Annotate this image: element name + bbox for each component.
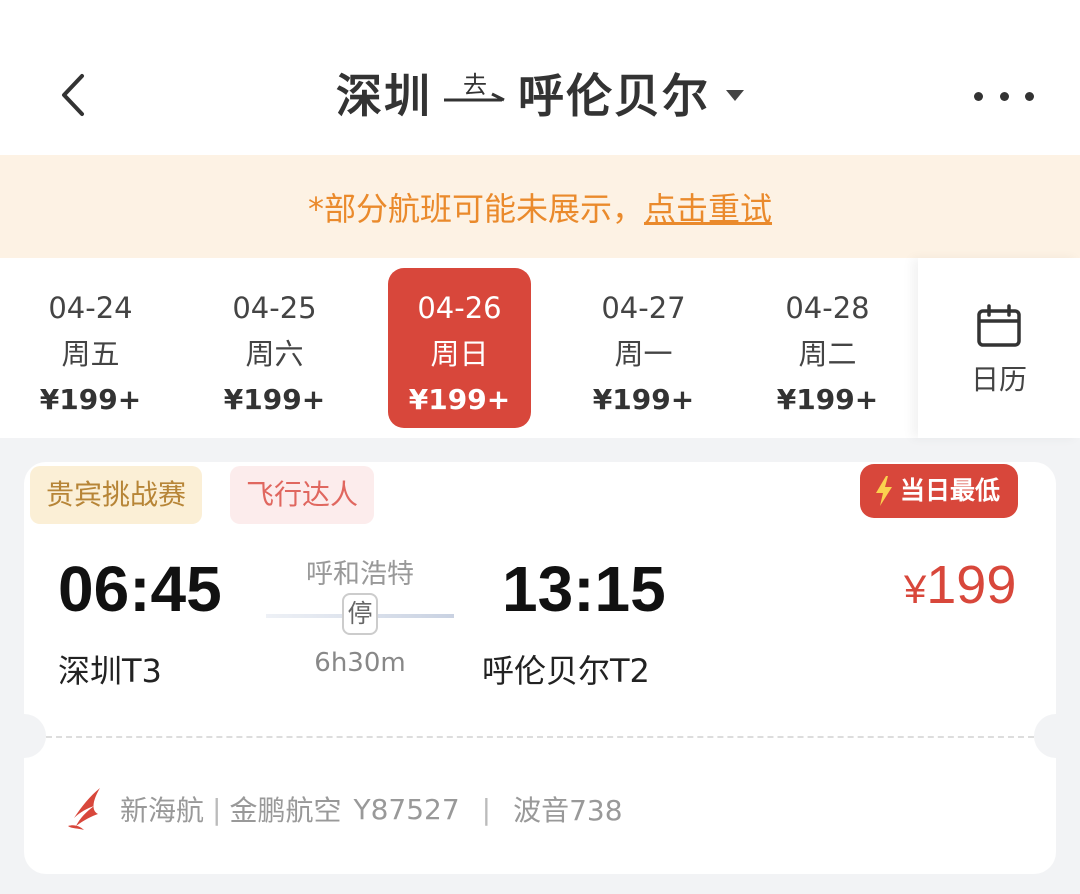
more-dots-icon (999, 91, 1009, 101)
retry-link[interactable]: 点击重试 (644, 184, 772, 230)
top-nav-bar: 深圳 去 呼伦贝尔 (0, 0, 1080, 155)
more-dots-icon (974, 91, 983, 101)
ticket-divider (46, 736, 1034, 738)
arrival-airport: 呼伦贝尔T2 (482, 652, 650, 690)
date-option[interactable]: 04-28 周二 ¥199+ (756, 268, 899, 428)
date-price: ¥199+ (776, 383, 879, 416)
separator: | (212, 792, 222, 826)
more-options-button[interactable] (974, 86, 1034, 106)
date-label: 04-24 (48, 291, 133, 325)
stop-badge: 停 (342, 593, 378, 635)
date-price: ¥199+ (408, 383, 511, 416)
route-title[interactable]: 深圳 去 呼伦贝尔 (0, 58, 1080, 128)
lightning-icon (876, 476, 892, 506)
calendar-label: 日历 (970, 363, 1027, 396)
badge-text: 当日最低 (900, 476, 1001, 505)
airline-info: 新海航 | 金鹏航空 Y87527 | 波音738 (64, 782, 623, 836)
weekday-label: 周五 (61, 337, 120, 371)
incomplete-results-notice: *部分航班可能未展示， 点击重试 (0, 155, 1080, 258)
flight-card[interactable]: 贵宾挑战赛 飞行达人 当日最低 06:45 深圳T3 呼和浩特 停 6h30m … (24, 462, 1056, 874)
arrival-time: 13:15 (502, 553, 666, 625)
lowest-price-badge: 当日最低 (860, 464, 1019, 518)
date-price: ¥199+ (39, 383, 142, 416)
weekday-label: 周一 (614, 337, 673, 371)
date-label: 04-26 (417, 291, 502, 325)
to-city: 呼伦贝尔 (518, 69, 710, 123)
stopover-city: 呼和浩特 (306, 559, 414, 590)
date-price: ¥199+ (223, 383, 326, 416)
date-option[interactable]: 04-27 周一 ¥199+ (572, 268, 715, 428)
date-label: 04-27 (601, 291, 686, 325)
notice-text: *部分航班可能未展示， (307, 189, 644, 228)
departure-airport: 深圳T3 (58, 652, 162, 690)
date-label: 04-28 (785, 291, 870, 325)
date-option[interactable]: 04-25 周六 ¥199+ (203, 268, 346, 428)
separator: | (481, 792, 492, 826)
weekday-label: 周六 (245, 337, 304, 371)
more-dots-icon (1025, 91, 1034, 101)
departure-time: 06:45 (58, 553, 222, 625)
flight-number: Y87527 (353, 792, 460, 826)
date-selector: 04-24 周五 ¥199+ 04-25 周六 ¥199+ 04-26 周日 ¥… (0, 258, 1080, 438)
frequent-flyer-tag: 飞行达人 (230, 466, 375, 524)
flight-price: ¥199 (904, 554, 1016, 616)
airline-name: 金鹏航空 (229, 794, 342, 827)
date-price: ¥199+ (592, 383, 695, 416)
arrow-right-icon (444, 92, 505, 102)
ticket-notch-right (1034, 714, 1056, 758)
weekday-label: 周二 (798, 337, 857, 371)
vip-challenge-tag: 贵宾挑战赛 (30, 466, 203, 524)
date-option-selected[interactable]: 04-26 周日 ¥199+ (388, 268, 531, 428)
airline-logo-icon (68, 788, 100, 830)
date-label: 04-25 (232, 291, 317, 325)
currency-symbol: ¥ (904, 568, 927, 612)
from-city: 深圳 (336, 69, 432, 123)
aircraft-type: 波音738 (513, 794, 623, 827)
date-option[interactable]: 04-24 周五 ¥199+ (19, 268, 162, 428)
chevron-down-icon[interactable] (726, 89, 744, 101)
airline-brand: 新海航 (120, 794, 205, 827)
price-value: 199 (926, 555, 1017, 615)
ticket-notch-left (24, 714, 46, 758)
weekday-label: 周日 (430, 337, 489, 371)
calendar-icon (977, 304, 1021, 347)
direction-arrow: 去 (442, 63, 508, 123)
calendar-button[interactable]: 日历 (918, 258, 1080, 438)
flight-duration: 6h30m (314, 648, 406, 678)
